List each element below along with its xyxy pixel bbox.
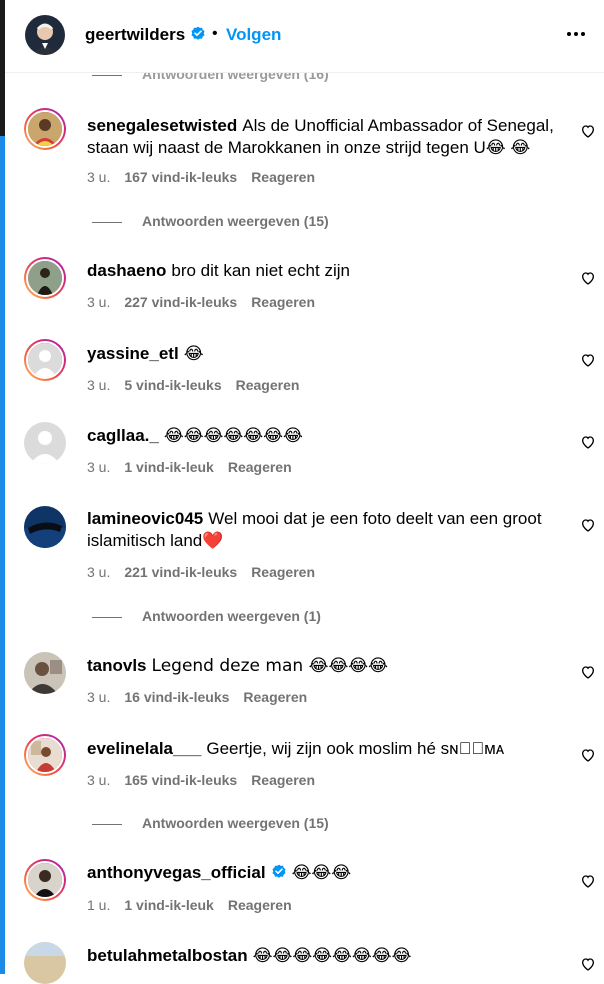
comment-username[interactable]: anthonyvegas_official [87, 863, 287, 882]
comment-username[interactable]: tanovls [87, 656, 147, 675]
commenter-avatar[interactable] [24, 108, 66, 150]
comment-text: lamineovic045 Wel mooi dat je een foto de… [87, 508, 554, 552]
verified-badge-icon [191, 26, 205, 40]
heart-icon[interactable] [580, 664, 596, 680]
author-username-text[interactable]: geertwilders [85, 25, 185, 44]
replies-line [92, 616, 122, 618]
comment-text: tanovls Legend deze man 😂😂😂😂 [87, 655, 554, 677]
comment-content: 😂😂😂 [291, 863, 352, 883]
heart-icon[interactable] [580, 123, 596, 139]
comment-username[interactable]: betulahmetalbostan [87, 946, 248, 965]
comment-likes[interactable]: 1 vind-ik-leuk [124, 897, 213, 913]
comment-content: Geertje, wij zijn ook moslim hé sɴ⃞⃞ᴍᴀ [206, 739, 505, 758]
view-replies-button[interactable]: Antwoorden weergeven (15) [92, 213, 329, 229]
heart-icon[interactable] [580, 873, 596, 889]
comment-content: 😂😂😂😂😂😂😂 [163, 426, 303, 446]
comment-text: yassine_etl 😂 [87, 343, 554, 365]
reply-button[interactable]: Reageren [251, 772, 315, 788]
comment-content: Legend deze man 😂😂😂😂 [151, 656, 389, 676]
comment-meta: 1 u. 1 vind-ik-leuk Reageren [87, 897, 306, 913]
commenter-avatar[interactable] [24, 734, 66, 776]
comment-meta: 3 u. 16 vind-ik-leuks Reageren [87, 689, 321, 705]
commenter-avatar[interactable] [24, 257, 66, 299]
reply-button[interactable]: Reageren [251, 564, 315, 580]
reply-button[interactable]: Reageren [228, 459, 292, 475]
reply-button[interactable]: Reageren [243, 689, 307, 705]
commenter-avatar[interactable] [24, 506, 66, 548]
comment-username[interactable]: yassine_etl [87, 344, 179, 363]
heart-icon[interactable] [580, 434, 596, 450]
comment-likes[interactable]: 16 vind-ik-leuks [124, 689, 229, 705]
comment-meta: 3 u. 167 vind-ik-leuks Reageren [87, 169, 329, 185]
reply-button[interactable]: Reageren [251, 169, 315, 185]
replies-label: Antwoorden weergeven (1) [142, 608, 321, 624]
follow-button[interactable]: Volgen [226, 25, 281, 45]
comment-time: 3 u. [87, 294, 111, 310]
comment-text: dashaeno bro dit kan niet echt zijn [87, 260, 554, 282]
replies-line [92, 221, 122, 223]
heart-icon[interactable] [580, 352, 596, 368]
post-header: geertwilders • Volgen [5, 0, 604, 73]
replies-line [92, 823, 122, 825]
comment-text: senegalesetwisted Als de Unofficial Ambas… [87, 115, 554, 159]
comment-content: 😂 [183, 344, 204, 364]
comment-time: 1 u. [87, 897, 111, 913]
author-username[interactable]: geertwilders [85, 25, 206, 45]
comments-feed: Antwoorden weergeven (16) senegalesetwis… [5, 0, 604, 984]
comment-time: 3 u. [87, 772, 111, 788]
separator-dot: • [212, 25, 218, 42]
comment-text: betulahmetalbostan 😂😂😂😂😂😂😂😂 [87, 945, 554, 967]
heart-icon[interactable] [580, 747, 596, 763]
comment-username-text[interactable]: anthonyvegas_official [87, 863, 266, 882]
replies-label: Antwoorden weergeven (15) [142, 213, 329, 229]
view-replies-button[interactable]: Antwoorden weergeven (15) [92, 815, 329, 831]
comment-likes[interactable]: 167 vind-ik-leuks [124, 169, 237, 185]
replies-line [92, 74, 122, 76]
comment-likes[interactable]: 5 vind-ik-leuks [124, 377, 221, 393]
commenter-avatar[interactable] [24, 422, 66, 464]
heart-icon[interactable] [580, 270, 596, 286]
comment-username[interactable]: senegalesetwisted [87, 116, 237, 135]
comment-meta: 3 u. 165 vind-ik-leuks Reageren [87, 772, 329, 788]
commenter-avatar[interactable] [24, 942, 66, 984]
verified-badge-icon [272, 864, 286, 878]
reply-button[interactable]: Reageren [251, 294, 315, 310]
heart-icon[interactable] [580, 956, 596, 972]
comment-meta: 3 u. 221 vind-ik-leuks Reageren [87, 564, 329, 580]
comment-text: cagllaa._ 😂😂😂😂😂😂😂 [87, 425, 554, 447]
comment-content: bro dit kan niet echt zijn [171, 261, 350, 280]
commenter-avatar[interactable] [24, 339, 66, 381]
commenter-avatar[interactable] [24, 652, 66, 694]
replies-label: Antwoorden weergeven (15) [142, 815, 329, 831]
comment-time: 3 u. [87, 459, 111, 475]
heart-icon[interactable] [580, 517, 596, 533]
comment-time: 3 u. [87, 377, 111, 393]
reply-button[interactable]: Reageren [236, 377, 300, 393]
comment-time: 3 u. [87, 689, 111, 705]
comment-time: 3 u. [87, 564, 111, 580]
author-avatar[interactable] [25, 15, 65, 55]
more-options-icon[interactable] [564, 22, 588, 46]
comment-text: anthonyvegas_official 😂😂😂 [87, 862, 554, 884]
comment-likes[interactable]: 1 vind-ik-leuk [124, 459, 213, 475]
reply-button[interactable]: Reageren [228, 897, 292, 913]
comment-username[interactable]: cagllaa._ [87, 426, 159, 445]
comment-text: evelinelala___ Geertje, wij zijn ook mosl… [87, 738, 554, 760]
comment-meta: 3 u. 5 vind-ik-leuks Reageren [87, 377, 313, 393]
comment-content: 😂😂😂😂😂😂😂😂 [252, 946, 412, 966]
comment-meta: 3 u. 227 vind-ik-leuks Reageren [87, 294, 329, 310]
comment-likes[interactable]: 165 vind-ik-leuks [124, 772, 237, 788]
comment-likes[interactable]: 227 vind-ik-leuks [124, 294, 237, 310]
comment-meta: 3 u. 1 vind-ik-leuk Reageren [87, 459, 306, 475]
comment-time: 3 u. [87, 169, 111, 185]
comment-likes[interactable]: 221 vind-ik-leuks [124, 564, 237, 580]
comment-username[interactable]: dashaeno [87, 261, 166, 280]
commenter-avatar[interactable] [24, 859, 66, 901]
comment-username[interactable]: evelinelala___ [87, 739, 201, 758]
comment-username[interactable]: lamineovic045 [87, 509, 203, 528]
view-replies-button[interactable]: Antwoorden weergeven (1) [92, 608, 321, 624]
